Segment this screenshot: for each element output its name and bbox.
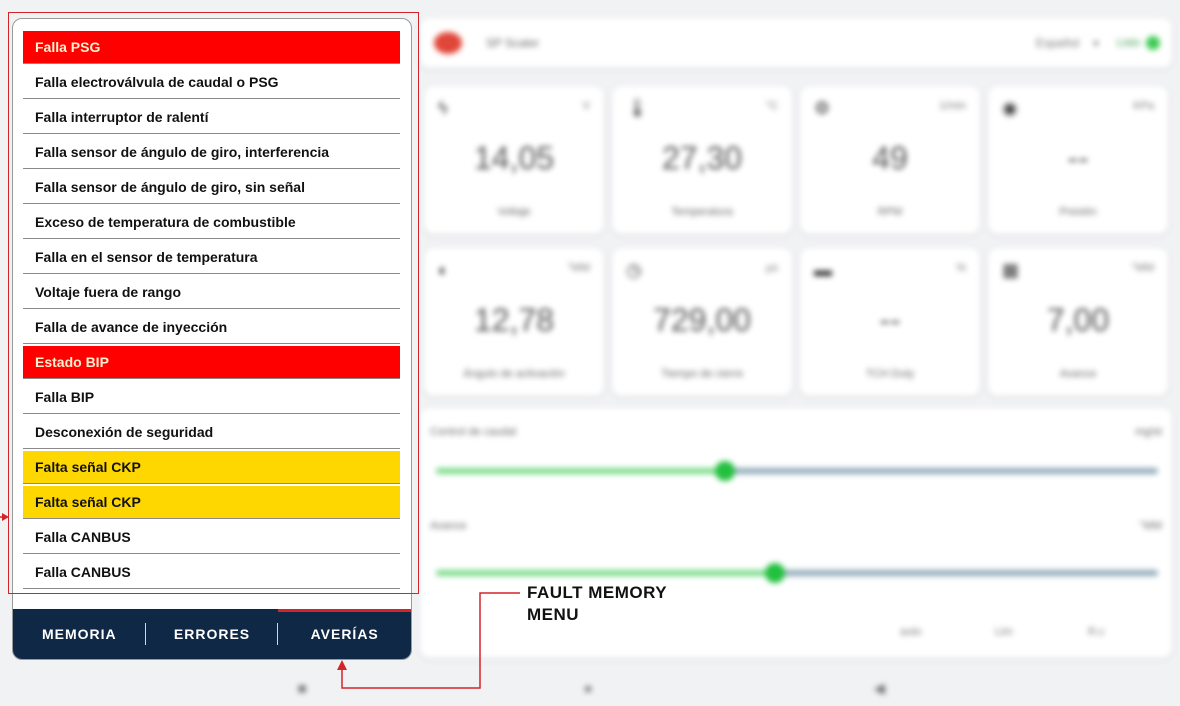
app-title: SP Scaler bbox=[486, 36, 540, 50]
gauge-label: Ángulo de activación bbox=[463, 368, 565, 380]
clock-icon: ◷ bbox=[626, 260, 642, 280]
gauge-value: -- bbox=[879, 302, 901, 338]
gauge-value: 49 bbox=[872, 140, 908, 176]
gauge-label: Temperatura bbox=[671, 206, 733, 218]
gauge-card: ϟ V 14,05 Voltaje bbox=[424, 86, 604, 234]
slider-handle[interactable] bbox=[765, 563, 785, 583]
callout-line-1: FAULT MEMORY bbox=[527, 583, 668, 602]
gauge-card: ▬ % -- TCH Duty bbox=[800, 248, 980, 396]
gauge-card: ◉ KPa -- Presión bbox=[988, 86, 1168, 234]
gauge-label: Voltaje bbox=[497, 206, 531, 218]
tab-averias[interactable]: AVERÍAS bbox=[278, 609, 411, 659]
nav-home-icon[interactable]: ● bbox=[584, 680, 592, 696]
top-bar: SP Scaler Español ▾ Listo bbox=[420, 18, 1172, 68]
auto-toggle[interactable]: auto bbox=[900, 626, 921, 638]
slider-title: Avance bbox=[430, 520, 467, 532]
gauge-unit: °MM bbox=[567, 262, 590, 274]
angle-icon: ◐ bbox=[438, 260, 449, 280]
gauge-card: ◐ °MM 12,78 Ángulo de activación bbox=[424, 248, 604, 396]
language-select[interactable]: Español bbox=[1036, 36, 1079, 50]
tab-errores[interactable]: ERRORES bbox=[146, 609, 279, 659]
slider-unit: °MM bbox=[1139, 520, 1162, 532]
engine-icon: ⚙ bbox=[814, 98, 831, 118]
gauge-value: 7,00 bbox=[1046, 302, 1110, 338]
slider-unit: mg/st bbox=[1135, 426, 1162, 438]
gauge-value: 729,00 bbox=[653, 302, 751, 338]
gauge-unit: 1/min bbox=[939, 100, 966, 112]
battery-icon: ▬ bbox=[814, 260, 832, 280]
gauge-card: 🌡 °C 27,30 Temperatura bbox=[612, 86, 792, 234]
gauge-value: 14,05 bbox=[473, 140, 555, 176]
callout-label: FAULT MEMORY MENU bbox=[527, 582, 667, 626]
gauge-unit: % bbox=[956, 262, 966, 274]
gauge-unit: KPa bbox=[1133, 100, 1154, 112]
connection-status: Listo bbox=[1116, 37, 1140, 49]
chevron-down-icon[interactable]: ▾ bbox=[1093, 37, 1099, 50]
pressure-icon: ◉ bbox=[1002, 98, 1018, 118]
tab-bar: MEMORIA ERRORES AVERÍAS bbox=[13, 609, 411, 659]
brand-logo bbox=[434, 32, 462, 54]
gauge-card: ◷ µs 729,00 Tiempo de cierre bbox=[612, 248, 792, 396]
gauge-unit: °C bbox=[765, 100, 778, 112]
slider-fill bbox=[436, 468, 725, 474]
gauge-unit: V bbox=[582, 100, 590, 112]
gauge-unit: °MM bbox=[1131, 262, 1154, 274]
slider-title: Control de caudal bbox=[430, 426, 517, 438]
gauge-label: Tiempo de cierre bbox=[660, 368, 744, 380]
limit-toggle[interactable]: Lim bbox=[995, 626, 1013, 638]
gauge-unit: µs bbox=[766, 262, 778, 274]
nav-back-icon[interactable]: ◀ bbox=[874, 680, 885, 697]
gauge-value: 27,30 bbox=[661, 140, 743, 176]
rc-toggle[interactable]: R.c bbox=[1088, 626, 1105, 638]
gauge-label: Avance bbox=[1059, 368, 1097, 380]
gauge-value: 12,78 bbox=[473, 302, 555, 338]
callout-line-2: MENU bbox=[527, 605, 580, 624]
slider-handle[interactable] bbox=[715, 461, 735, 481]
tab-memoria[interactable]: MEMORIA bbox=[13, 609, 146, 659]
gauge-card: ▦ °MM 7,00 Avance bbox=[988, 248, 1168, 396]
slider-fill bbox=[436, 570, 775, 576]
gauge-value: -- bbox=[1067, 140, 1089, 176]
bolt-icon: ϟ bbox=[438, 98, 448, 118]
nav-square-icon[interactable]: ■ bbox=[298, 680, 306, 696]
thermometer-icon: 🌡 bbox=[626, 98, 649, 118]
gauge-label: TCH Duty bbox=[865, 368, 915, 380]
highlight-frame bbox=[8, 12, 419, 594]
gauge-label: Presión bbox=[1059, 206, 1097, 218]
gauge-card: ⚙ 1/min 49 RPM bbox=[800, 86, 980, 234]
gauge-label: RPM bbox=[877, 206, 903, 218]
status-dot-icon bbox=[1146, 36, 1160, 50]
advance-icon: ▦ bbox=[1002, 260, 1020, 280]
